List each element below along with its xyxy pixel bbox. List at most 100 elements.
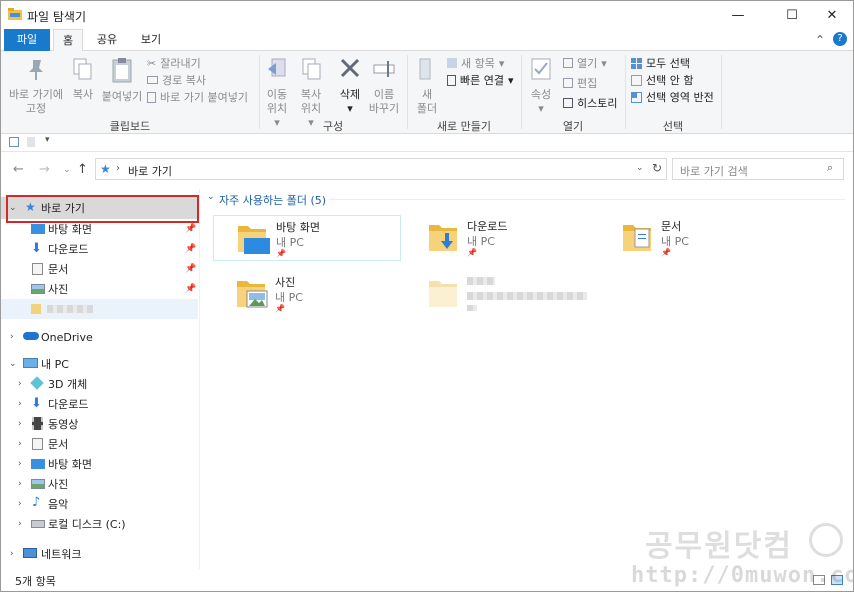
cut-button[interactable]: ✂ 잘라내기 [147, 55, 201, 71]
edit-button[interactable]: 편집 [563, 75, 597, 91]
minimize-button[interactable]: — [715, 1, 761, 29]
nav-pc-downloads[interactable]: › ⬇ 다운로드 [1, 394, 198, 414]
search-box[interactable]: 바로 가기 검색 ⌕ [672, 158, 844, 180]
delete-button[interactable]: 삭제 ▾ [335, 57, 365, 116]
nav-qa-desktop[interactable]: 바탕 화면 📌 [1, 219, 198, 239]
address-row: ← → ⌄ ↑ ★ › 바로 가기 ⌄ ↻ 바로 가기 검색 ⌕ [1, 153, 853, 185]
tab-home[interactable]: 홈 [53, 29, 83, 52]
pin-icon[interactable]: 📌 [185, 224, 196, 234]
new-folder-button[interactable]: 새 폴더 [413, 57, 441, 116]
chevron-right-icon[interactable]: › [18, 419, 22, 429]
customize-qat-icon[interactable]: ▾ [45, 135, 50, 145]
invert-selection-button[interactable]: 선택 영역 반전 [631, 89, 714, 105]
help-icon[interactable]: ? [833, 32, 847, 46]
pin-to-quick-access-button[interactable]: 바로 가기에 고정 [7, 57, 65, 116]
paste-icon [112, 58, 132, 83]
chevron-right-icon[interactable]: › [10, 332, 14, 342]
nav-pc-3d-objects[interactable]: › 3D 개체 [1, 374, 198, 394]
properties-button[interactable]: 속성 ▾ [527, 57, 555, 116]
music-note-icon: ♪ [32, 495, 41, 510]
chevron-right-icon[interactable]: › [18, 519, 22, 529]
select-group-label: 선택 [662, 120, 684, 133]
up-arrow-icon[interactable]: ↑ [77, 162, 88, 177]
group-collapse-chevron-icon[interactable]: ⌄ [207, 192, 215, 202]
breadcrumb-quick-access[interactable]: 바로 가기 [128, 163, 172, 179]
copy-button[interactable]: 복사 [69, 57, 97, 102]
nav-qa-pictures[interactable]: 사진 📌 [1, 279, 198, 299]
clipboard-group-label: 클립보드 [109, 120, 151, 133]
search-input[interactable]: 바로 가기 검색 [680, 163, 748, 179]
pin-icon[interactable]: 📌 [185, 244, 196, 254]
nav-pc-documents[interactable]: › 문서 [1, 434, 198, 454]
folder-tile-downloads[interactable]: 다운로드 내 PC 📌 [405, 215, 593, 261]
folder-tile-pictures[interactable]: 사진 내 PC 📌 [213, 271, 401, 317]
frequent-folders-header[interactable]: 자주 사용하는 폴더 (5) [219, 192, 326, 208]
address-dropdown-icon[interactable]: ⌄ [636, 163, 644, 173]
recent-chevron-down-icon[interactable]: ⌄ [63, 165, 71, 175]
close-button[interactable]: ✕ [809, 1, 853, 29]
folder-tile-documents[interactable]: 문서 내 PC 📌 [599, 215, 787, 261]
nav-qa-blurred-item[interactable] [1, 299, 198, 319]
folder-tile-blurred[interactable] [405, 271, 593, 317]
nav-this-pc[interactable]: ⌄ 내 PC [1, 354, 198, 374]
collapse-ribbon-icon[interactable]: ⌃ [815, 33, 825, 47]
folder-app-icon [8, 8, 22, 20]
rename-button[interactable]: 이름 바꾸기 [367, 57, 401, 116]
nav-onedrive[interactable]: › OneDrive [1, 327, 198, 347]
select-none-button[interactable]: 선택 안 함 [631, 72, 693, 88]
tab-file[interactable]: 파일 [4, 29, 50, 51]
star-icon: ★ [100, 162, 111, 176]
move-to-icon [268, 58, 286, 77]
nav-pc-videos[interactable]: › 동영상 [1, 414, 198, 434]
tab-view[interactable]: 보기 [133, 29, 169, 51]
select-all-button[interactable]: 모두 선택 [631, 55, 690, 71]
chevron-right-icon[interactable]: › [18, 459, 22, 469]
new-item-button[interactable]: 새 항목 ▾ [447, 55, 504, 71]
refresh-icon[interactable]: ↻ [652, 161, 662, 175]
chevron-right-icon[interactable]: › [18, 499, 22, 509]
nav-pc-desktop[interactable]: › 바탕 화면 [1, 454, 198, 474]
open-group-label: 열기 [562, 120, 584, 133]
chevron-right-icon[interactable]: › [18, 379, 22, 389]
search-icon[interactable]: ⌕ [827, 161, 833, 175]
content-pane: ⌄ 자주 사용하는 폴더 (5) 바탕 화면 내 PC 📌 다운로드 내 PC … [201, 189, 853, 569]
back-arrow-icon[interactable]: ← [13, 162, 24, 177]
history-button[interactable]: 히스토리 [563, 95, 617, 111]
nav-pc-music[interactable]: › ♪ 음악 [1, 494, 198, 514]
nav-qa-documents[interactable]: 문서 📌 [1, 259, 198, 279]
chevron-down-icon[interactable]: ⌄ [9, 359, 17, 369]
pin-icon[interactable]: 📌 [185, 284, 196, 294]
folder-tile-desktop[interactable]: 바탕 화면 내 PC 📌 [213, 215, 401, 261]
properties-qat-icon[interactable] [9, 137, 19, 147]
new-group-label: 새로 만들기 [436, 120, 492, 133]
nav-qa-downloads[interactable]: ⬇ 다운로드 📌 [1, 239, 198, 259]
open-button[interactable]: 열기 ▾ [563, 55, 607, 71]
invert-selection-icon [631, 91, 642, 103]
chevron-right-icon[interactable]: › [18, 399, 22, 409]
desktop-icon [31, 224, 45, 234]
nav-network[interactable]: › 네트워크 [1, 544, 198, 564]
address-bar[interactable]: ★ › 바로 가기 ⌄ ↻ [95, 158, 667, 180]
new-item-icon [447, 58, 457, 68]
ribbon-tabs: 파일 홈 공유 보기 ⌃ ? [1, 29, 853, 52]
document-icon [32, 438, 43, 450]
chevron-right-icon[interactable]: › [10, 549, 14, 559]
copy-path-button[interactable]: 경로 복사 [147, 72, 206, 88]
pin-icon[interactable]: 📌 [185, 264, 196, 274]
documents-folder-icon [623, 225, 651, 251]
group-divider [721, 55, 722, 129]
group-header-line [329, 199, 845, 200]
chevron-right-icon[interactable]: › [18, 439, 22, 449]
tab-share[interactable]: 공유 [89, 29, 125, 51]
breadcrumb-chevron-icon[interactable]: › [116, 163, 120, 174]
new-folder-qat-icon[interactable] [27, 137, 35, 147]
easy-access-button[interactable]: 빠른 연결 ▾ [447, 72, 514, 88]
nav-pc-pictures[interactable]: › 사진 [1, 474, 198, 494]
forward-arrow-icon[interactable]: → [39, 162, 50, 177]
chevron-right-icon[interactable]: › [18, 479, 22, 489]
paste-button[interactable]: 붙여넣기 [101, 57, 143, 104]
paste-shortcut-button[interactable]: 바로 가기 붙여넣기 [147, 89, 248, 105]
nav-pc-local-disk[interactable]: › 로컬 디스크 (C:) [1, 514, 198, 534]
computer-icon [23, 358, 38, 368]
explorer-window: 파일 탐색기 — ☐ ✕ 파일 홈 공유 보기 ⌃ ? 바로 가기에 고정 복사 [0, 0, 854, 592]
